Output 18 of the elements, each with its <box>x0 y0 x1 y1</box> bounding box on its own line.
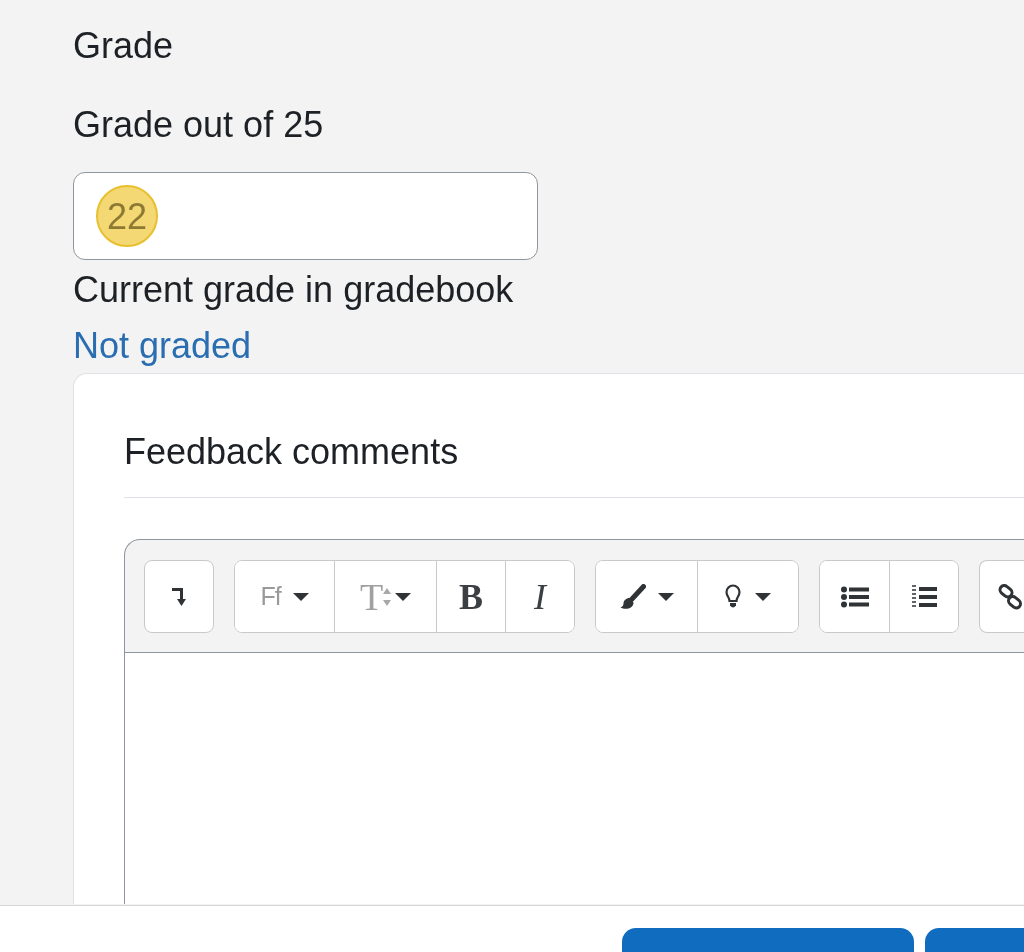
section-heading: Grade <box>73 24 174 67</box>
feedback-heading: Feedback comments <box>124 430 459 473</box>
current-grade-label: Current grade in gradebook <box>73 268 514 311</box>
gradebook-link[interactable]: Not graded <box>73 324 252 367</box>
grade-input[interactable]: 22 <box>73 172 538 260</box>
link-icon <box>998 583 1024 610</box>
numbered-list-icon <box>911 584 937 609</box>
highlight-button[interactable] <box>697 561 798 632</box>
lightbulb-icon <box>725 583 741 610</box>
italic-button[interactable]: I <box>505 561 574 632</box>
up-down-arrows-icon <box>383 587 392 606</box>
numbered-list-button[interactable] <box>889 561 958 632</box>
paintbrush-icon <box>619 583 646 610</box>
grade-label: Grade out of 25 <box>73 103 324 146</box>
bullet-list-icon <box>840 585 869 608</box>
arrow-down-icon <box>171 586 187 607</box>
link-button[interactable] <box>979 560 1024 633</box>
grade-value: 22 <box>105 194 148 238</box>
